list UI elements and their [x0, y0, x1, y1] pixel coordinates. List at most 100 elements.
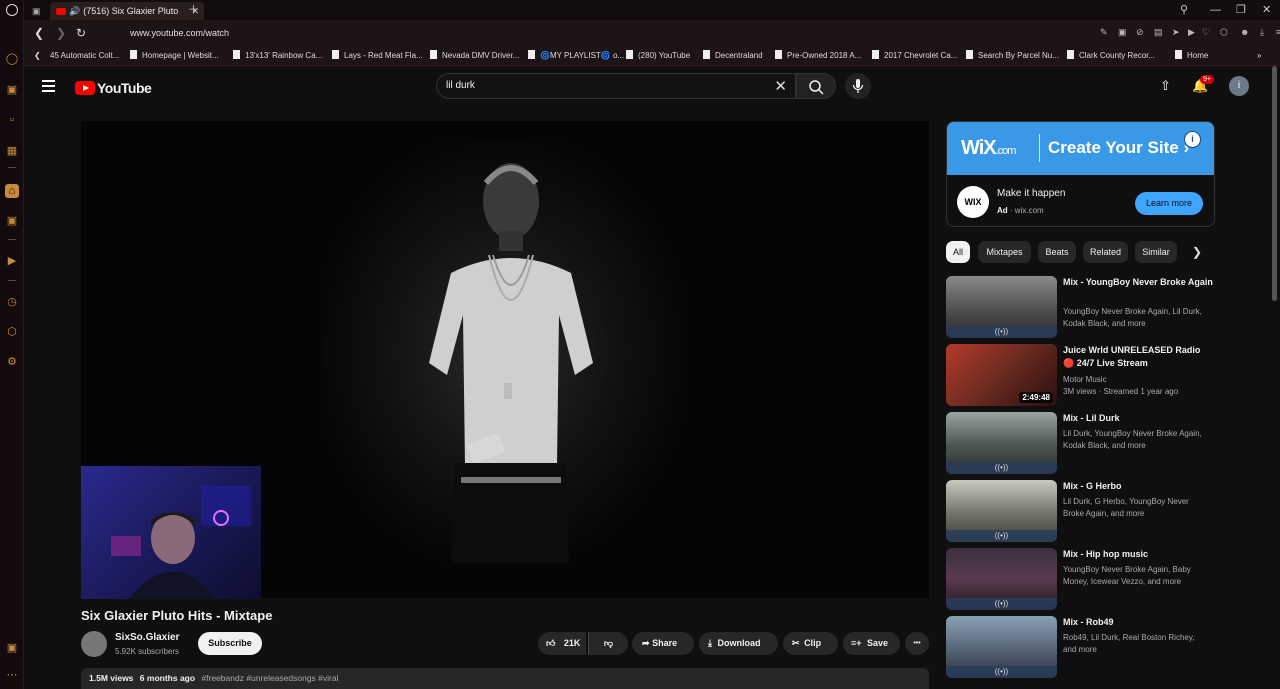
clip-button[interactable]: ✂ Clip — [783, 632, 838, 655]
voice-search-button[interactable] — [845, 73, 871, 99]
video-thumbnail[interactable]: ((•)) — [946, 548, 1057, 610]
bookmark-item[interactable]: Homepage | Websit... — [130, 50, 219, 62]
dislike-button[interactable]: 👎︎ — [588, 632, 628, 655]
vpn-icon[interactable]: ▤ — [1154, 27, 1163, 38]
page-scrollbar[interactable] — [1272, 66, 1277, 301]
description-box[interactable]: 1.5M views 6 months ago #freebandz #unre… — [81, 668, 929, 689]
bookmarks-menu-icon[interactable]: ❮ — [34, 50, 41, 62]
gamepad-icon[interactable]: ▣ — [5, 214, 19, 228]
chevron-right-icon[interactable]: ❯ — [1192, 245, 1202, 259]
bookmark-item[interactable]: 🌀MY PLAYLIST🌀 o... — [528, 50, 624, 62]
hashtags[interactable]: #freebandz #unreleasedsongs #viral — [201, 673, 338, 683]
youtube-logo[interactable]: YouTube — [73, 79, 152, 96]
url-field[interactable]: www.youtube.com/watch — [130, 26, 229, 40]
speed-dial-icon[interactable]: ◯ — [5, 52, 19, 66]
list-item[interactable]: ((•)) Mix - Rob49 Rob49, Lil Durk, Real … — [946, 616, 1216, 678]
save-button[interactable]: ≡+ Save — [843, 632, 900, 655]
box-icon[interactable]: ⬡ — [5, 325, 19, 339]
tab-gamepad[interactable]: ▣ — [26, 2, 48, 20]
new-tab-button[interactable]: ＋ — [188, 0, 199, 20]
opera-logo-icon[interactable] — [6, 4, 18, 16]
list-item[interactable]: ((•)) Mix - YoungBoy Never Broke Again Y… — [946, 276, 1216, 338]
share-button[interactable]: ➦ Share — [632, 632, 694, 655]
ad-card[interactable]: WiX.com Create Your Site › i WIX Make it… — [946, 121, 1215, 227]
bookmark-item[interactable]: 2017 Chevrolet Ca... — [872, 50, 957, 62]
channel-avatar[interactable] — [81, 631, 107, 657]
list-item[interactable]: 2:49:48 Juice Wrld UNRELEASED Radio 🔴 24… — [946, 344, 1216, 406]
rec-channel: Motor Music — [1063, 375, 1107, 384]
rec-title[interactable]: Mix - YoungBoy Never Broke Again — [1063, 276, 1213, 289]
bookmark-item[interactable]: Lays - Red Meat Fla... — [332, 50, 423, 62]
hamburger-menu-icon[interactable] — [42, 80, 55, 92]
channel-name[interactable]: SixSo.Glaxier — [115, 632, 179, 643]
bookmark-item[interactable]: Clark County Recor... — [1067, 50, 1155, 62]
sidebar-more-icon[interactable]: ⋯ — [5, 668, 19, 682]
minimize-button[interactable]: — — [1210, 0, 1221, 20]
rec-title[interactable]: Juice Wrld UNRELEASED Radio 🔴 24/7 Live … — [1063, 344, 1213, 370]
more-bookmarks-icon[interactable]: » — [1257, 50, 1261, 62]
menu-icon[interactable]: ≡ — [1276, 27, 1280, 37]
forward-button[interactable]: ❯ — [56, 26, 66, 40]
ad-banner[interactable]: WiX.com Create Your Site › i — [947, 122, 1214, 175]
download-icon[interactable]: ⤓ — [1260, 27, 1264, 38]
tab-youtube[interactable]: 🔊 (7516) Six Glaxier Pluto ✕ — [50, 2, 204, 20]
chip-mixtapes[interactable]: Mixtapes — [978, 241, 1031, 263]
maximize-button[interactable]: ❐ — [1236, 0, 1246, 20]
send-icon[interactable]: ➤ — [1172, 27, 1180, 38]
extensions-icon[interactable]: ⬡ — [1220, 27, 1228, 38]
bookmark-item[interactable]: Home — [1175, 50, 1208, 62]
rec-title[interactable]: Mix - Rob49 — [1063, 616, 1213, 629]
player-control-icon[interactable]: ▶ — [1188, 27, 1195, 38]
close-window-button[interactable]: ✕ — [1262, 0, 1271, 20]
learn-more-button[interactable]: Learn more — [1135, 192, 1203, 215]
clear-search-icon[interactable]: ✕ — [774, 77, 787, 95]
list-item[interactable]: ((•)) Mix - Lil Durk Lil Durk, YoungBoy … — [946, 412, 1216, 474]
video-thumbnail[interactable]: ((•)) — [946, 412, 1057, 474]
chip-beats[interactable]: Beats — [1038, 241, 1076, 263]
chip-related[interactable]: Related — [1083, 241, 1128, 263]
camera-icon[interactable]: ▣ — [1118, 27, 1127, 38]
upload-icon[interactable]: ⇧ — [1160, 78, 1171, 94]
account-avatar[interactable]: i — [1229, 76, 1249, 96]
list-item[interactable]: ((•)) Mix - Hip hop music YoungBoy Never… — [946, 548, 1216, 610]
twitch-icon[interactable]: ▫ — [5, 113, 19, 127]
history-icon[interactable]: ◷ — [5, 295, 19, 309]
bookmark-item[interactable]: 13'x13' Rainbow Ca... — [233, 50, 322, 62]
settings-icon[interactable]: ⚙ — [5, 355, 19, 369]
video-thumbnail[interactable]: 2:49:48 — [946, 344, 1057, 406]
bookmark-item[interactable]: Decentraland — [703, 50, 763, 62]
search-input[interactable] — [446, 80, 746, 91]
bookmark-item[interactable]: Nevada DMV Driver... — [430, 50, 519, 62]
shopping-bag-icon[interactable]: ▣ — [5, 83, 19, 97]
video-thumbnail[interactable]: ((•)) — [946, 480, 1057, 542]
bookmark-item[interactable]: Search By Parcel Nu... — [966, 50, 1059, 62]
heart-icon[interactable]: ♡ — [1202, 27, 1210, 38]
adblock-icon[interactable]: ⊘ — [1136, 27, 1144, 38]
subscribe-button[interactable]: Subscribe — [198, 632, 262, 655]
player-icon[interactable]: ▶ — [5, 254, 19, 268]
chip-all[interactable]: All — [946, 241, 970, 263]
video-thumbnail[interactable]: ((•)) — [946, 276, 1057, 338]
download-button[interactable]: ⤓ Download — [699, 632, 778, 655]
news-icon[interactable]: ▦ — [5, 144, 19, 158]
bookmark-item[interactable]: (280) YouTube — [626, 50, 690, 62]
back-button[interactable]: ❮ — [34, 26, 44, 40]
search-button[interactable] — [796, 73, 836, 99]
chip-similar[interactable]: Similar — [1135, 241, 1177, 263]
video-thumbnail[interactable]: ((•)) — [946, 616, 1057, 678]
more-actions-button[interactable]: ••• — [905, 632, 929, 655]
home-icon[interactable]: ⌂ — [5, 184, 19, 198]
bookmark-item[interactable]: Pre-Owned 2018 A... — [775, 50, 861, 62]
rec-title[interactable]: Mix - Lil Durk — [1063, 412, 1213, 425]
rec-title[interactable]: Mix - G Herbo — [1063, 480, 1213, 493]
rec-title[interactable]: Mix - Hip hop music — [1063, 548, 1213, 561]
profile-icon[interactable]: ☻ — [1240, 27, 1249, 37]
share-page-icon[interactable]: ✎ — [1100, 27, 1108, 38]
list-item[interactable]: ((•)) Mix - G Herbo Lil Durk, G Herbo, Y… — [946, 480, 1216, 542]
search-tabs-icon[interactable]: ⚲ — [1180, 0, 1188, 20]
reload-button[interactable]: ↻ — [76, 26, 86, 40]
bookmark-item[interactable]: 45 Automatic Colt... — [50, 50, 119, 62]
image-icon[interactable]: ▣ — [5, 641, 19, 655]
like-button[interactable]: 👍︎ 21K — [538, 632, 586, 655]
info-icon[interactable]: i — [1184, 131, 1201, 148]
